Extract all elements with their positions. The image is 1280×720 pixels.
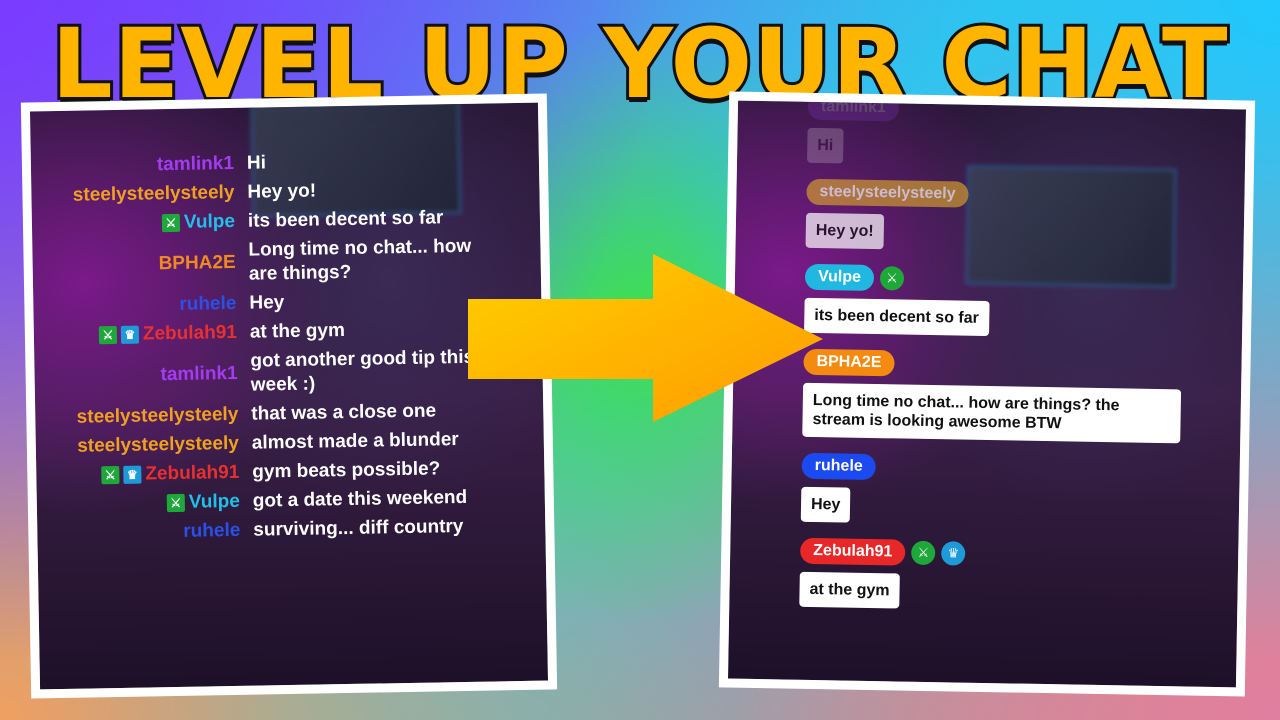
username-pill[interactable]: steelysteelysteely [806, 178, 969, 208]
message-text: surviving... diff country [253, 515, 464, 541]
chat-user: ⚔ ♛ Zebulah91 [36, 461, 252, 489]
message-bubble: Hey [800, 486, 851, 523]
message-bubble: Hi [807, 127, 844, 164]
sword-icon: ⚔ [911, 540, 936, 565]
chat-user: tamlink1 [34, 350, 251, 402]
message-text: that was a close one [251, 400, 437, 425]
message-bubble: Long time no chat... how are things? the… [802, 382, 1182, 444]
chat-user: ⚔ Vulpe [32, 210, 248, 238]
chat-user: BPHA2E [32, 239, 249, 291]
username[interactable]: steelysteelysteely [77, 403, 239, 430]
message-text: gym beats possible? [252, 458, 441, 483]
username[interactable]: BPHA2E [158, 251, 235, 276]
message-text: got another good tip this week :) [250, 346, 475, 396]
username[interactable]: tamlink1 [157, 152, 235, 177]
crown-icon: ♛ [120, 325, 140, 344]
username[interactable]: Zebulah91 [145, 461, 239, 487]
username[interactable]: steelysteelysteely [73, 181, 235, 208]
chat-message: ruhele surviving... diff country [37, 514, 503, 546]
chat-message: steelysteelysteely that was a close one [35, 398, 501, 430]
chat-message: tamlink1 got another good tip this week :… [34, 345, 501, 401]
sword-icon: ⚔ [879, 265, 905, 291]
sword-icon: ⚔ [101, 465, 120, 485]
chat-message: BPHA2E Long time no chat... how are thing… [32, 234, 499, 290]
chat-message: steelysteelysteely Hey yo! [805, 178, 1184, 271]
chat-message: tamlink1 Hi [807, 93, 1186, 186]
chat-message: BPHA2E Long time no chat... how are thing… [802, 348, 1182, 460]
username-pill[interactable]: Zebulah91 [800, 537, 906, 566]
message-text: its been decent so far [247, 207, 444, 232]
chat-message: Vulpe ⚔ its been decent so far [804, 263, 1183, 356]
username-pill[interactable]: tamlink1 [807, 93, 900, 122]
chat-user: steelysteelysteely [31, 181, 247, 209]
classic-chat-list: tamlink1 Hi steelysteelysteely Hey yo! ⚔ Vulp… [31, 147, 504, 551]
username[interactable]: tamlink1 [160, 362, 238, 387]
message-text: at the gym [249, 320, 346, 343]
chat-user: ruhele [33, 292, 249, 320]
username[interactable]: Zebulah91 [143, 321, 237, 347]
chat-user: tamlink1 [31, 152, 247, 180]
message-text: got a date this weekend [252, 486, 468, 512]
username[interactable]: ruhele [179, 292, 236, 317]
sword-icon: ⚔ [98, 325, 118, 345]
chat-message: ⚔ Vulpe got a date this weekend [37, 485, 503, 517]
username[interactable]: Vulpe [189, 490, 240, 515]
chat-message: steelysteelysteely almost made a blunder [36, 427, 502, 459]
chat-user: ⚔ ♛ Zebulah91 [34, 321, 250, 349]
chat-message: ⚔ ♛ Zebulah91 gym beats possible? [36, 456, 502, 488]
username[interactable]: Vulpe [184, 210, 235, 235]
styled-chat-list: tamlink1 Hi steelysteelysteely Hey yo! Vulpe… [799, 93, 1186, 630]
message-text: Hey [249, 292, 285, 314]
message-text: almost made a blunder [251, 429, 459, 454]
chat-message: ruhele Hey [33, 287, 499, 319]
username[interactable]: ruhele [183, 519, 240, 544]
chat-message: ⚔ ♛ Zebulah91 at the gym [34, 316, 500, 348]
chat-message: Zebulah91 ⚔ ♛ at the gym [799, 537, 1178, 630]
chat-message: ⚔ Vulpe its been decent so far [32, 205, 498, 237]
message-bubble: Hey yo! [805, 212, 884, 250]
arrow-right-icon [468, 254, 823, 422]
message-bubble: at the gym [799, 571, 900, 609]
username-pill[interactable]: ruhele [801, 452, 876, 481]
message-text: Hi [246, 152, 267, 174]
sword-icon: ⚔ [166, 493, 185, 513]
message-text: Long time no chat... how are things? [248, 235, 472, 285]
crown-icon: ♛ [123, 465, 142, 484]
chat-message: steelysteelysteely Hey yo! [31, 176, 497, 208]
chat-user: steelysteelysteely [35, 403, 251, 431]
chat-user: steelysteelysteely [36, 432, 252, 460]
chat-message: ruhele Hey [800, 452, 1179, 545]
crown-icon: ♛ [941, 540, 966, 566]
chat-user: ruhele [37, 519, 253, 547]
sword-icon: ⚔ [161, 213, 181, 233]
username[interactable]: steelysteelysteely [77, 432, 239, 459]
chat-user: ⚔ Vulpe [37, 490, 253, 518]
message-bubble: its been decent so far [804, 297, 990, 337]
chat-message: tamlink1 Hi [31, 147, 497, 179]
message-text: Hey yo! [247, 180, 317, 203]
